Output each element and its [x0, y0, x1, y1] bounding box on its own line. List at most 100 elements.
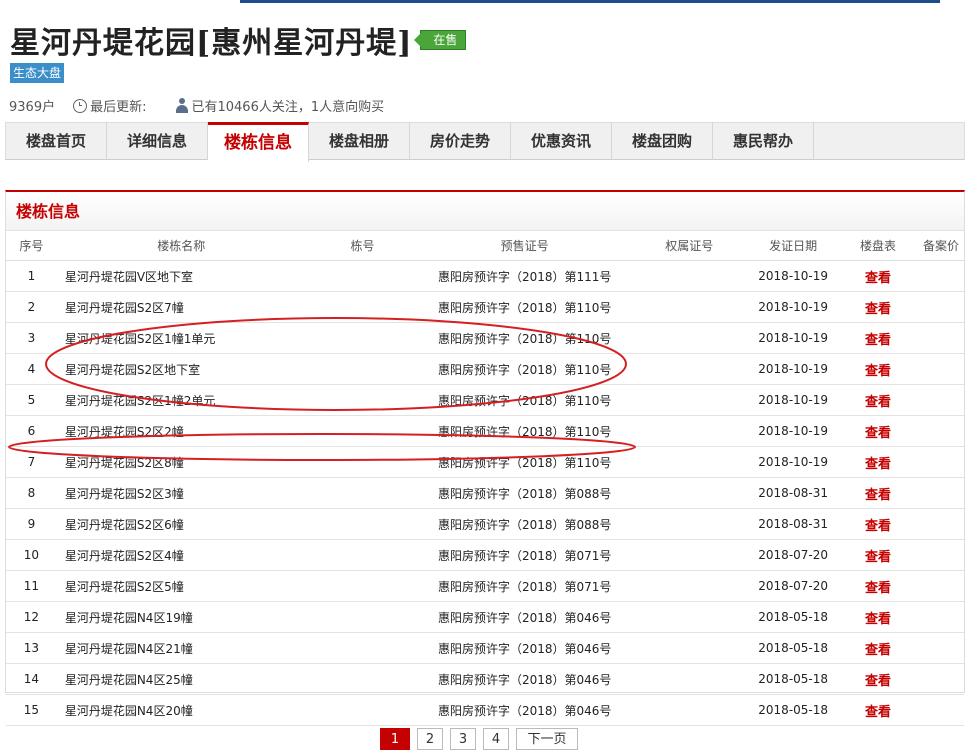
nav-tab[interactable]: 惠民帮办 — [713, 122, 814, 160]
page-button[interactable]: 4 — [483, 728, 509, 750]
feature-tag: 生态大盘 — [10, 63, 65, 83]
filed-price — [918, 477, 964, 509]
top-strip-bar — [240, 0, 940, 3]
table-row: 15 星河丹堤花园N4区20幢 惠阳房预许字（2018）第046号 2018-05-1… — [6, 694, 964, 726]
view-cell: 查看 — [837, 539, 919, 571]
title-certificate — [630, 601, 749, 633]
filed-price — [918, 260, 964, 292]
building-info-section: 楼栋信息 序号 楼栋名称 栋号 预售证号 权属证号 发证日期 楼盘表 备案价 1 星河丹堤花园V… — [5, 190, 965, 726]
column-header: 楼栋名称 — [56, 231, 306, 261]
presale-license: 惠阳房预许字（2018）第088号 — [419, 508, 631, 540]
column-header: 序号 — [6, 231, 57, 261]
column-header: 栋号 — [305, 231, 420, 261]
building-number — [305, 508, 420, 540]
title-certificate — [630, 570, 749, 602]
building-name: 星河丹堤花园S2区1幢1单元 — [56, 322, 306, 354]
view-link[interactable]: 查看 — [865, 488, 891, 503]
nav-tab[interactable]: 楼盘团购 — [612, 122, 713, 160]
view-link[interactable]: 查看 — [865, 550, 891, 565]
view-link[interactable]: 查看 — [865, 426, 891, 441]
view-cell: 查看 — [837, 570, 919, 602]
presale-license: 惠阳房预许字（2018）第046号 — [419, 601, 631, 633]
table-row: 6 星河丹堤花园S2区2幢 惠阳房预许字（2018）第110号 2018-10-19 查… — [6, 415, 964, 447]
view-link[interactable]: 查看 — [865, 364, 891, 379]
nav-tab[interactable]: 楼盘首页 — [6, 122, 107, 160]
issue-date: 2018-08-31 — [748, 508, 838, 540]
row-number: 8 — [6, 477, 57, 509]
building-name: 星河丹堤花园N4区21幢 — [56, 632, 306, 664]
view-link[interactable]: 查看 — [865, 581, 891, 596]
row-number: 2 — [6, 291, 57, 323]
view-link[interactable]: 查看 — [865, 395, 891, 410]
title-certificate — [630, 446, 749, 478]
view-cell: 查看 — [837, 322, 919, 354]
view-link[interactable]: 查看 — [865, 457, 891, 472]
page-button[interactable]: 3 — [450, 728, 476, 750]
row-number: 4 — [6, 353, 57, 385]
building-name: 星河丹堤花园S2区3幢 — [56, 477, 306, 509]
row-number: 12 — [6, 601, 57, 633]
building-name: 星河丹堤花园V区地下室 — [56, 260, 306, 292]
nav-tab[interactable]: 楼盘相册 — [309, 122, 410, 160]
view-link[interactable]: 查看 — [865, 333, 891, 348]
view-link[interactable]: 查看 — [865, 302, 891, 317]
filed-price — [918, 415, 964, 447]
section-title: 楼栋信息 — [6, 192, 964, 231]
table-row: 1 星河丹堤花园V区地下室 惠阳房预许字（2018）第111号 2018-10-19 查… — [6, 260, 964, 292]
presale-license: 惠阳房预许字（2018）第111号 — [419, 260, 631, 292]
view-cell: 查看 — [837, 508, 919, 540]
last-updated-label: 最后更新: — [90, 100, 147, 115]
filed-price — [918, 694, 964, 726]
nav-tab[interactable]: 楼栋信息 — [208, 122, 309, 162]
title-certificate — [630, 477, 749, 509]
view-cell: 查看 — [837, 291, 919, 323]
pagination: 1 2 3 4 下一页 — [380, 728, 585, 750]
view-cell: 查看 — [837, 353, 919, 385]
row-number: 13 — [6, 632, 57, 664]
issue-date: 2018-10-19 — [748, 384, 838, 416]
building-number — [305, 694, 420, 726]
title-certificate — [630, 384, 749, 416]
view-link[interactable]: 查看 — [865, 705, 891, 720]
title-certificate — [630, 353, 749, 385]
issue-date: 2018-07-20 — [748, 539, 838, 571]
clock-icon — [73, 98, 88, 113]
column-header: 权属证号 — [630, 231, 749, 261]
title-certificate — [630, 322, 749, 354]
table-row: 4 星河丹堤花园S2区地下室 惠阳房预许字（2018）第110号 2018-10-19… — [6, 353, 964, 385]
row-number: 5 — [6, 384, 57, 416]
view-link[interactable]: 查看 — [865, 271, 891, 286]
column-header: 楼盘表 — [837, 231, 919, 261]
column-header: 备案价 — [918, 231, 964, 261]
user-icon — [176, 98, 189, 113]
building-name: 星河丹堤花园N4区19幢 — [56, 601, 306, 633]
view-link[interactable]: 查看 — [865, 674, 891, 689]
presale-license: 惠阳房预许字（2018）第088号 — [419, 477, 631, 509]
building-number — [305, 601, 420, 633]
presale-license: 惠阳房预许字（2018）第110号 — [419, 446, 631, 478]
followers-text: 已有10466人关注，1人意向购买 — [191, 100, 385, 115]
page-button[interactable]: 1 — [380, 728, 410, 750]
view-cell: 查看 — [837, 415, 919, 447]
row-number: 6 — [6, 415, 57, 447]
building-number — [305, 477, 420, 509]
page-button[interactable]: 2 — [417, 728, 443, 750]
top-strip — [0, 0, 980, 3]
filed-price — [918, 539, 964, 571]
view-link[interactable]: 查看 — [865, 643, 891, 658]
building-name: 星河丹堤花园S2区地下室 — [56, 353, 306, 385]
view-link[interactable]: 查看 — [865, 612, 891, 627]
building-name: 星河丹堤花园S2区7幢 — [56, 291, 306, 323]
row-number: 3 — [6, 322, 57, 354]
nav-tab[interactable]: 详细信息 — [107, 122, 208, 160]
view-link[interactable]: 查看 — [865, 519, 891, 534]
row-number: 7 — [6, 446, 57, 478]
nav-tab[interactable]: 房价走势 — [410, 122, 511, 160]
building-number — [305, 384, 420, 416]
next-page-button[interactable]: 下一页 — [516, 728, 578, 750]
table-row: 7 星河丹堤花园S2区8幢 惠阳房预许字（2018）第110号 2018-10-19 查… — [6, 446, 964, 478]
presale-license: 惠阳房预许字（2018）第071号 — [419, 539, 631, 571]
nav-tab[interactable]: 优惠资讯 — [511, 122, 612, 160]
presale-license: 惠阳房预许字（2018）第110号 — [419, 322, 631, 354]
issue-date: 2018-05-18 — [748, 601, 838, 633]
